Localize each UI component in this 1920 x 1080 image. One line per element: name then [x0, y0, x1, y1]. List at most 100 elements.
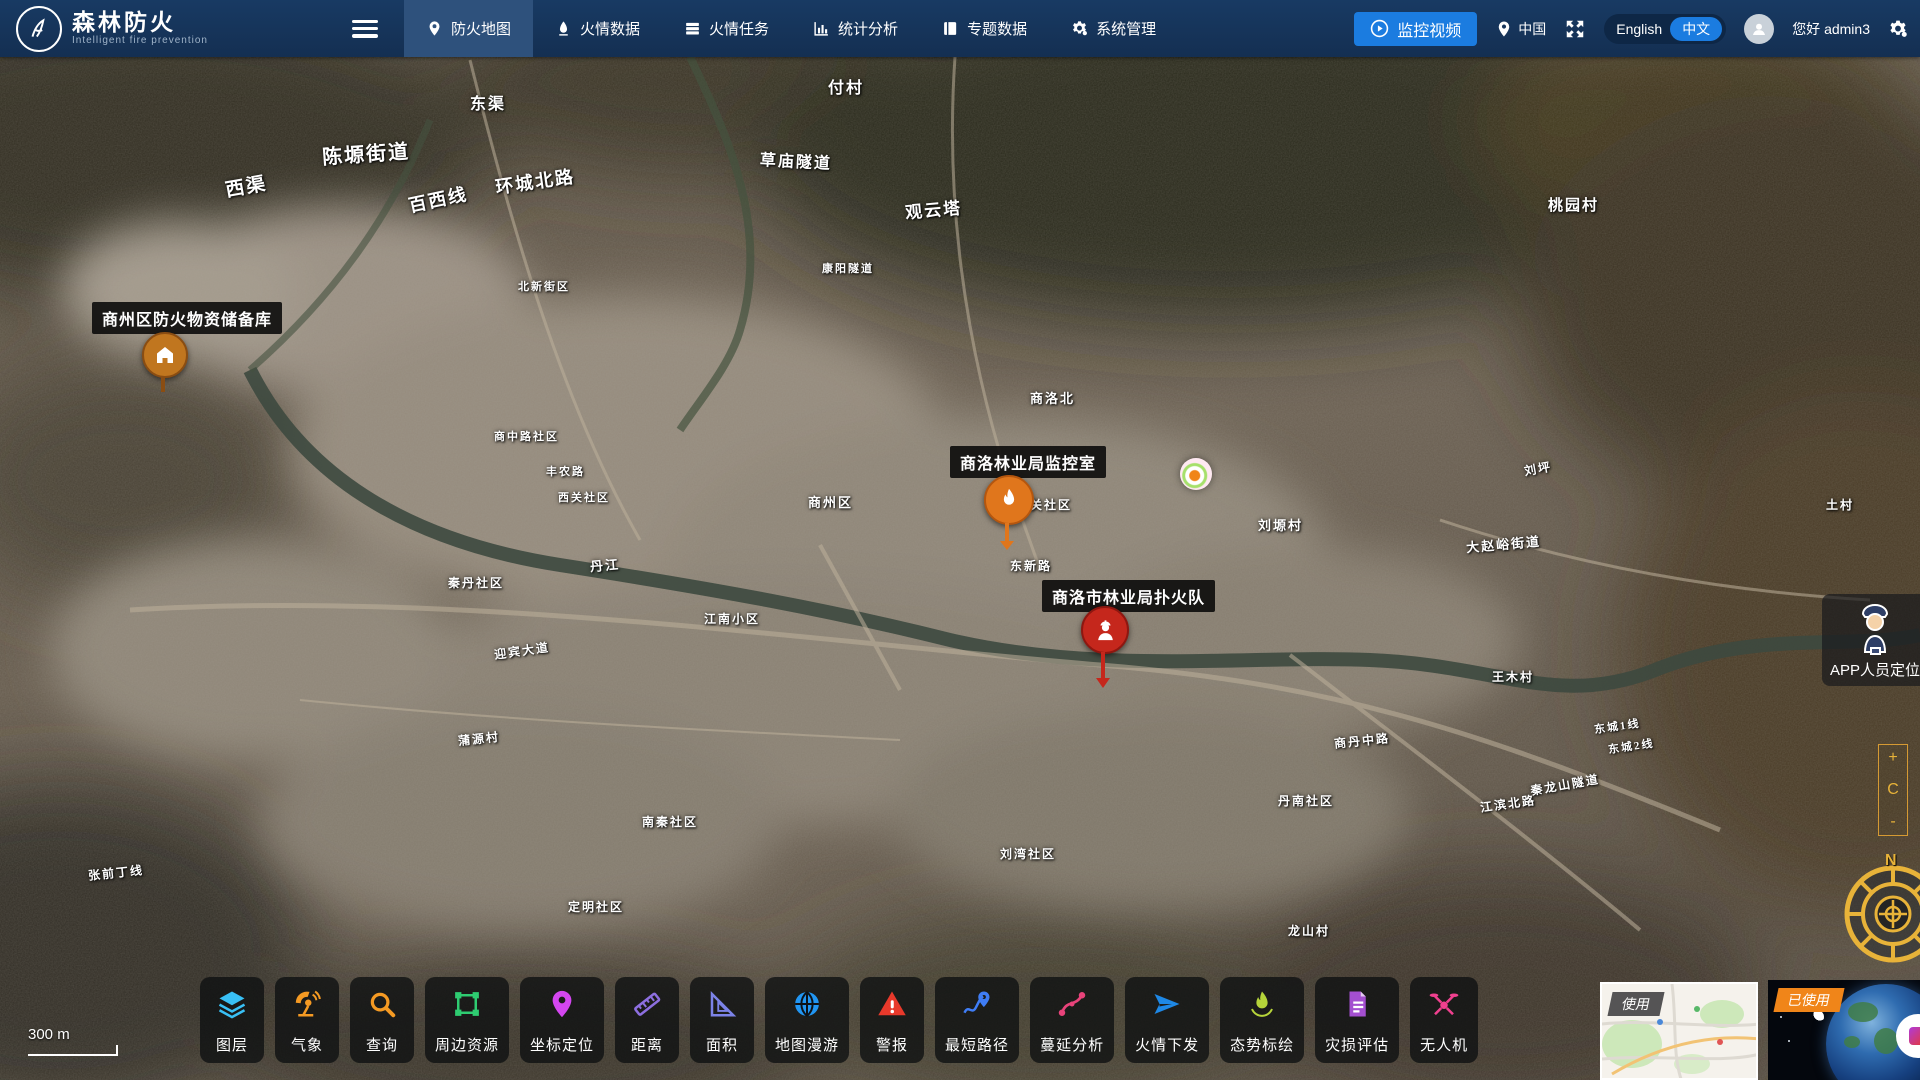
toolbar-button-图层[interactable]: 图层	[200, 977, 264, 1063]
map-place-label: 草庙隧道	[759, 146, 832, 174]
satellite-map[interactable]: 东渠陈塬街道西渠百西线环城北路付村草庙隧道观云塔桃园村商洛北刘坪刘塬村大赵峪街道…	[0, 0, 1920, 1080]
user-avatar[interactable]	[1744, 14, 1774, 44]
region-label: 中国	[1518, 19, 1546, 39]
map-place-label: 丰农路	[546, 463, 585, 479]
toolbar-button-警报[interactable]: 警报	[860, 977, 924, 1063]
map-place-label: 康阳隧道	[822, 260, 874, 276]
toolbar-button-距离[interactable]: 距离	[615, 977, 679, 1063]
toolbar-button-态势标绘[interactable]: 态势标绘	[1220, 977, 1304, 1063]
map-place-label: 龙山村	[1288, 922, 1330, 939]
compass-north-label: N	[1885, 852, 1897, 870]
toolbar-button-icon	[707, 989, 737, 1019]
toolbar-button-气象[interactable]: 气象	[275, 977, 339, 1063]
warehouse-marker-tail	[161, 376, 165, 392]
menu-hamburger-icon[interactable]	[352, 20, 378, 38]
camera-cluster-marker[interactable]	[1180, 458, 1212, 490]
nav-tab-icon	[942, 20, 959, 37]
brigade-marker-tail	[1101, 652, 1105, 678]
police-officer-icon	[1853, 600, 1897, 656]
toolbar-button-icon	[217, 989, 247, 1019]
map-place-label: 南秦社区	[642, 813, 698, 830]
nav-tab-icon	[1071, 20, 1088, 37]
language-toggle[interactable]: English 中文	[1604, 14, 1726, 44]
zoom-reset-button[interactable]: C	[1887, 782, 1899, 798]
map-place-label: 西关社区	[558, 489, 610, 505]
zoom-in-button[interactable]: +	[1888, 750, 1897, 766]
user-icon	[1750, 20, 1768, 38]
toolbar-button-label: 坐标定位	[530, 1034, 594, 1055]
toolbar-button-面积[interactable]: 面积	[690, 977, 754, 1063]
compass-rose[interactable]: N	[1838, 856, 1920, 971]
map-zoom-control: + C -	[1878, 744, 1908, 836]
map-place-label: 土村	[1826, 496, 1854, 513]
toolbar-button-label: 距离	[631, 1034, 663, 1055]
nav-tab-icon	[813, 20, 830, 37]
nav-tab-系统管理[interactable]: 系统管理	[1049, 0, 1178, 57]
app-personnel-locate-button[interactable]: APP人员定位	[1822, 594, 1920, 686]
language-english[interactable]: English	[1616, 21, 1662, 37]
map-place-label: 陈塬街道	[321, 135, 411, 170]
map-scale: 300 m	[28, 1026, 118, 1056]
toolbar-button-icon	[452, 989, 482, 1019]
app-brand: 森林防火 Intelligent fire prevention	[0, 6, 352, 52]
toolbar-button-icon	[1429, 989, 1459, 1019]
nav-tab-专题数据[interactable]: 专题数据	[920, 0, 1049, 57]
toolbar-button-label: 态势标绘	[1230, 1034, 1294, 1055]
map-place-label: 商州区	[808, 492, 853, 511]
user-greeting: 您好 admin3	[1792, 19, 1870, 39]
toolbar-button-label: 周边资源	[435, 1034, 499, 1055]
toolbar-button-蔓延分析[interactable]: 蔓延分析	[1030, 977, 1114, 1063]
nav-tab-label: 火情任务	[709, 18, 769, 39]
toolbar-button-灾损评估[interactable]: 灾损评估	[1315, 977, 1399, 1063]
map-pin-icon	[1495, 20, 1513, 38]
toolbar-button-label: 警报	[876, 1034, 908, 1055]
toolbar-button-无人机[interactable]: 无人机	[1410, 977, 1478, 1063]
top-navbar: 森林防火 Intelligent fire prevention 防火地图 火情…	[0, 0, 1920, 57]
map-place-label: 东新路	[1010, 557, 1052, 574]
toolbar-button-icon	[1057, 989, 1087, 1019]
nav-tab-label: 系统管理	[1096, 18, 1156, 39]
toolbar-button-周边资源[interactable]: 周边资源	[425, 977, 509, 1063]
map-place-label: 商中路社区	[494, 428, 559, 444]
map-toolbar: 图层 气象 查询 周边资源 坐标定位 距离 面积 地图漫游 警报 最短路径 蔓延	[200, 977, 1478, 1063]
map-place-label: 付村	[828, 74, 864, 98]
fire-icon	[984, 475, 1034, 525]
fire-marker-tail	[1005, 523, 1009, 541]
toolbar-button-icon	[292, 989, 322, 1019]
nav-tab-统计分析[interactable]: 统计分析	[791, 0, 920, 57]
nav-tab-icon	[684, 20, 701, 37]
toolbar-button-icon	[792, 989, 822, 1019]
nav-tab-label: 防火地图	[451, 18, 511, 39]
toolbar-button-最短路径[interactable]: 最短路径	[935, 977, 1019, 1063]
map-place-label: 秦丹社区	[448, 574, 504, 591]
minimap-badge: 使用	[1607, 992, 1664, 1016]
earth-view-option[interactable]: 已使用	[1768, 980, 1920, 1080]
nav-tab-label: 专题数据	[967, 18, 1027, 39]
nav-tab-火情任务[interactable]: 火情任务	[662, 0, 791, 57]
toolbar-button-地图漫游[interactable]: 地图漫游	[765, 977, 849, 1063]
warehouse-icon	[142, 332, 188, 378]
map-place-label: 商洛北	[1030, 388, 1075, 407]
monitor-video-button[interactable]: 监控视频	[1354, 12, 1477, 46]
zoom-out-button[interactable]: -	[1890, 814, 1895, 830]
app-personnel-locate-label: APP人员定位	[1830, 659, 1920, 680]
toolbar-button-icon	[632, 989, 662, 1019]
map-place-label: 桃园村	[1548, 194, 1599, 215]
nav-tab-火情数据[interactable]: 火情数据	[533, 0, 662, 57]
region-selector[interactable]: 中国	[1495, 19, 1546, 39]
fullscreen-icon[interactable]	[1564, 18, 1586, 40]
marker-brigade-label: 商洛市林业局扑火队	[1042, 580, 1215, 612]
toolbar-button-label: 最短路径	[945, 1034, 1009, 1055]
toolbar-button-查询[interactable]: 查询	[350, 977, 414, 1063]
settings-gear-icon[interactable]	[1888, 19, 1908, 39]
toolbar-button-火情下发[interactable]: 火情下发	[1125, 977, 1209, 1063]
map-place-label: 北新街区	[518, 278, 570, 294]
toolbar-button-label: 图层	[216, 1034, 248, 1055]
toolbar-button-坐标定位[interactable]: 坐标定位	[520, 977, 604, 1063]
compass-icon	[1838, 856, 1920, 966]
marker-monitor-label: 商洛林业局监控室	[950, 446, 1106, 478]
nav-tab-防火地图[interactable]: 防火地图	[404, 0, 533, 57]
minimap-basemap-option[interactable]: 使用	[1600, 982, 1758, 1080]
language-chinese[interactable]: 中文	[1670, 17, 1722, 41]
toolbar-button-label: 灾损评估	[1325, 1034, 1389, 1055]
